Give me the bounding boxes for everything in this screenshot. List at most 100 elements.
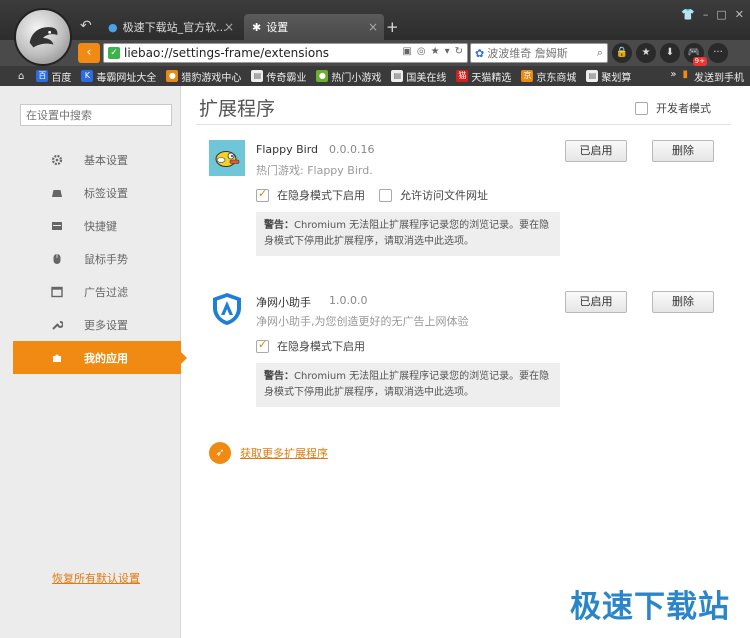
keyboard-icon (52, 221, 62, 230)
address-bar[interactable]: ✓ liebao://settings-frame/extensions ▣ ◎… (103, 43, 468, 63)
back-button[interactable]: ‹ (78, 43, 100, 63)
menu-icon[interactable]: ··· (708, 43, 728, 63)
delete-button[interactable]: 删除 (652, 291, 714, 313)
sidebar-item-more-settings[interactable]: 更多设置 (13, 308, 181, 341)
extension-version: 0.0.0.16 (329, 143, 375, 156)
leopard-logo-icon (29, 27, 58, 48)
warning-text: Chromium 无法阻止扩展程序记录您的浏览记录。要在隐身模式下停用此扩展程序… (264, 371, 550, 398)
close-icon[interactable]: ✕ (735, 8, 744, 21)
page-icon: ▤ (251, 70, 264, 82)
window-icon (51, 286, 63, 297)
warning-text: Chromium 无法阻止扩展程序记录您的浏览记录。要在隐身模式下停用此扩展程序… (264, 220, 550, 247)
tab-settings[interactable]: ✱ 设置 × (244, 14, 384, 40)
duba-icon: K (81, 70, 94, 82)
jd-icon: 京 (521, 70, 534, 82)
page-icon: ▤ (391, 70, 404, 82)
game-icon: ● (166, 70, 179, 82)
enabled-button[interactable]: 已启用 (565, 291, 627, 313)
get-more-extensions-link[interactable]: 获取更多扩展程序 (240, 445, 328, 461)
extension-options: 在隐身模式下启用 (256, 338, 379, 354)
compat-icon[interactable]: ◎ (417, 46, 426, 57)
incognito-option[interactable]: 在隐身模式下启用 (256, 338, 365, 354)
browser-window: ↶ ● 极速下载站_官方软... × ✱ 设置 × + 👕 – □ ✕ ‹ ✓ … (0, 0, 750, 638)
incognito-warning: 警告：Chromium 无法阻止扩展程序记录您的浏览记录。要在隐身模式下停用此扩… (256, 363, 560, 407)
maximize-icon[interactable]: □ (716, 8, 726, 21)
bookmark-item[interactable]: 猫天猫精选 (456, 69, 511, 84)
developer-mode-label: 开发者模式 (656, 102, 711, 115)
bookmark-item[interactable]: K 毒霸网址大全 (81, 69, 156, 84)
restore-defaults-link[interactable]: 恢复所有默认设置 (52, 570, 140, 586)
baidu-icon: 百 (36, 70, 49, 82)
page-title: 扩展程序 (199, 98, 276, 120)
get-more-extensions[interactable]: ➶ 获取更多扩展程序 (209, 442, 328, 464)
puzzle-icon (53, 354, 61, 362)
sidebar-item-tabs[interactable]: 标签设置 (13, 176, 181, 209)
dropdown-icon[interactable]: ▾ (445, 46, 450, 57)
developer-mode-toggle[interactable]: 开发者模式 (635, 100, 711, 116)
extension-description: 净网小助手,为您创造更好的无广告上网体验 (256, 315, 469, 328)
lock-icon[interactable]: 🔒 (612, 43, 632, 63)
send-to-phone-button[interactable]: 发送到手机 (694, 69, 744, 84)
developer-mode-checkbox[interactable] (635, 101, 648, 115)
sidebar-item-my-apps[interactable]: 我的应用 (13, 341, 187, 374)
refresh-icon[interactable]: ↻ (455, 46, 463, 57)
wrench-icon (52, 320, 63, 330)
bookmark-item[interactable]: ▤ 聚划算 (586, 69, 631, 84)
mouse-icon (53, 253, 61, 264)
bookmark-item[interactable]: 百百度 (36, 69, 71, 84)
sidebar-item-basic[interactable]: 基本设置 (13, 143, 181, 176)
download-icon[interactable]: ⬇ (660, 43, 680, 63)
toolbar-icons: 🔒 ★ ⬇ 🎮 9+ ··· (612, 43, 728, 66)
screenshot-icon[interactable]: ▣ (402, 46, 411, 57)
incognito-checkbox[interactable] (256, 338, 269, 353)
globe-icon: ● (108, 20, 118, 34)
extension-description: 热门游戏: Flappy Bird. (256, 164, 373, 177)
leopard-icon: ➶ (209, 442, 231, 464)
page-icon: ▤ (586, 70, 599, 82)
minimize-icon[interactable]: – (703, 8, 709, 21)
extension-options: 在隐身模式下启用 允许访问文件网址 (256, 187, 502, 203)
star-icon[interactable]: ★ (431, 46, 440, 57)
title-divider (196, 124, 731, 125)
file-url-option[interactable]: 允许访问文件网址 (379, 187, 488, 203)
url-text[interactable]: liebao://settings-frame/extensions (124, 46, 329, 60)
bookmark-item[interactable]: ● 猎豹游戏中心 (166, 69, 241, 84)
settings-nav: 基本设置 标签设置 快捷键 鼠标手势 广告过滤 更多设置 我的应用 (13, 143, 187, 374)
sidebar-item-shortcuts[interactable]: 快捷键 (13, 209, 181, 242)
incognito-label: 在隐身模式下启用 (277, 189, 365, 202)
new-tab-button[interactable]: + (386, 18, 399, 36)
bookmark-item[interactable]: 京京东商城 (521, 69, 576, 84)
close-icon[interactable]: × (368, 20, 378, 34)
tab-download-site[interactable]: ● 极速下载站_官方软... × (100, 14, 240, 40)
site-watermark: 极速下载站 (570, 589, 730, 625)
shirt-icon[interactable]: 👕 (681, 8, 695, 21)
sidebar-item-ad-filter[interactable]: 广告过滤 (13, 275, 181, 308)
search-input[interactable] (487, 46, 598, 60)
more-bookmarks-icon[interactable]: » (670, 69, 676, 84)
settings-search-input[interactable] (20, 104, 172, 126)
flappy-bird-icon (209, 140, 245, 176)
undo-close-tab-icon[interactable]: ↶ (80, 18, 92, 34)
favorites-icon[interactable]: ★ (636, 43, 656, 63)
incognito-warning: 警告：Chromium 无法阻止扩展程序记录您的浏览记录。要在隐身模式下停用此扩… (256, 212, 560, 256)
incognito-checkbox[interactable] (256, 187, 269, 202)
smallgame-icon: ● (316, 70, 329, 82)
gamepad-icon[interactable]: 🎮 9+ (684, 43, 707, 66)
enabled-button[interactable]: 已启用 (565, 140, 627, 162)
delete-button[interactable]: 删除 (652, 140, 714, 162)
url-actions: ▣ ◎ ★ ▾ ↻ (402, 46, 463, 57)
search-icon[interactable]: ⌕ (597, 46, 603, 60)
sidebar-item-mouse-gesture[interactable]: 鼠标手势 (13, 242, 181, 275)
close-icon[interactable]: × (224, 20, 234, 34)
liebao-logo[interactable] (14, 8, 72, 66)
window-controls: 👕 – □ ✕ (681, 8, 744, 21)
bookmark-item[interactable]: ● 热门小游戏 (316, 69, 381, 84)
settings-content: 基本设置 标签设置 快捷键 鼠标手势 广告过滤 (0, 86, 750, 638)
search-box[interactable]: ✿ ⌕ (470, 43, 608, 63)
search-engine-icon[interactable]: ✿ (475, 47, 484, 60)
bookmark-item[interactable]: ▤ 国美在线 (391, 69, 446, 84)
home-icon[interactable]: ⌂ (18, 71, 24, 82)
incognito-option[interactable]: 在隐身模式下启用 (256, 187, 365, 203)
bookmark-item[interactable]: ▤ 传奇霸业 (251, 69, 306, 84)
file-url-checkbox[interactable] (379, 188, 392, 202)
